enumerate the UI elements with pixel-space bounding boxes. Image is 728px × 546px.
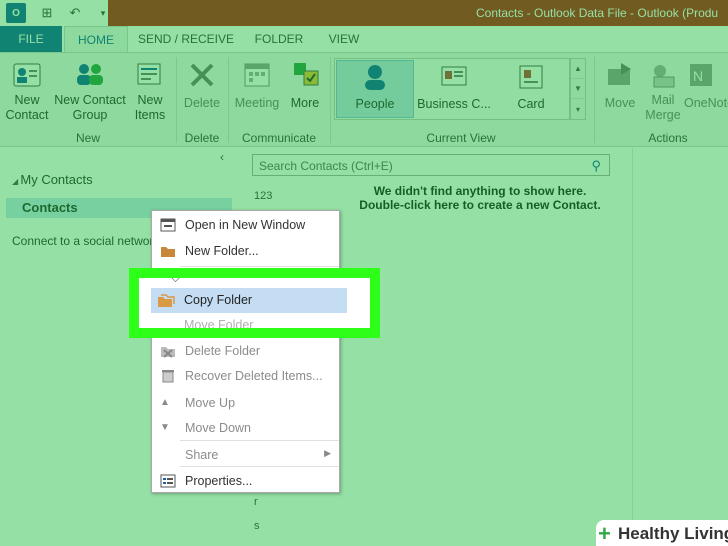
- new-window-icon: [160, 218, 176, 232]
- menu-divider: [180, 440, 339, 441]
- watermark: + Healthy Living: [596, 520, 728, 546]
- copy-folder-highlight: ⌵ Copy Folder Move Folder: [129, 268, 380, 338]
- menu-label: Move Down: [185, 421, 251, 435]
- move-down-icon: ▼: [160, 422, 170, 433]
- delete-folder-icon: [161, 347, 175, 358]
- menu-properties[interactable]: Properties...: [152, 469, 339, 493]
- menu-label: Delete Folder: [185, 344, 261, 358]
- watermark-brand: Healthy Living: [618, 524, 728, 543]
- recycle-bin-icon: [162, 370, 174, 383]
- copy-folder-icon: [158, 294, 175, 307]
- menu-recover-deleted[interactable]: Recover Deleted Items...: [152, 364, 339, 388]
- menu-divider: [180, 466, 339, 467]
- menu-label: Move Up: [185, 396, 236, 410]
- menu-label: Share: [185, 448, 219, 462]
- menu-copy-folder[interactable]: Copy Folder: [184, 293, 252, 307]
- menu-move-down[interactable]: ▼ Move Down: [152, 416, 339, 440]
- submenu-arrow-icon: ▶: [324, 448, 331, 458]
- plus-logo-icon: +: [598, 521, 611, 546]
- menu-share[interactable]: Share ▶: [152, 443, 339, 467]
- menu-label: Properties...: [185, 474, 253, 488]
- partial-menu-item: ⌵: [171, 271, 181, 285]
- properties-icon: [160, 474, 176, 488]
- folder-context-menu: Open in New Window New Folder... Delete …: [151, 210, 340, 493]
- menu-new-folder[interactable]: New Folder...: [152, 239, 339, 263]
- menu-move-up[interactable]: ▲ Move Up: [152, 391, 339, 415]
- menu-divider: [180, 266, 339, 267]
- menu-label: Open in New Window: [185, 218, 306, 232]
- move-up-icon: ▲: [160, 397, 170, 408]
- menu-open-new-window[interactable]: Open in New Window: [152, 213, 339, 237]
- menu-label: New Folder...: [185, 244, 259, 258]
- menu-move-folder[interactable]: Move Folder: [184, 318, 253, 328]
- menu-delete-folder[interactable]: Delete Folder: [152, 339, 339, 363]
- menu-label: Recover Deleted Items...: [185, 369, 323, 383]
- folder-icon: [161, 247, 175, 257]
